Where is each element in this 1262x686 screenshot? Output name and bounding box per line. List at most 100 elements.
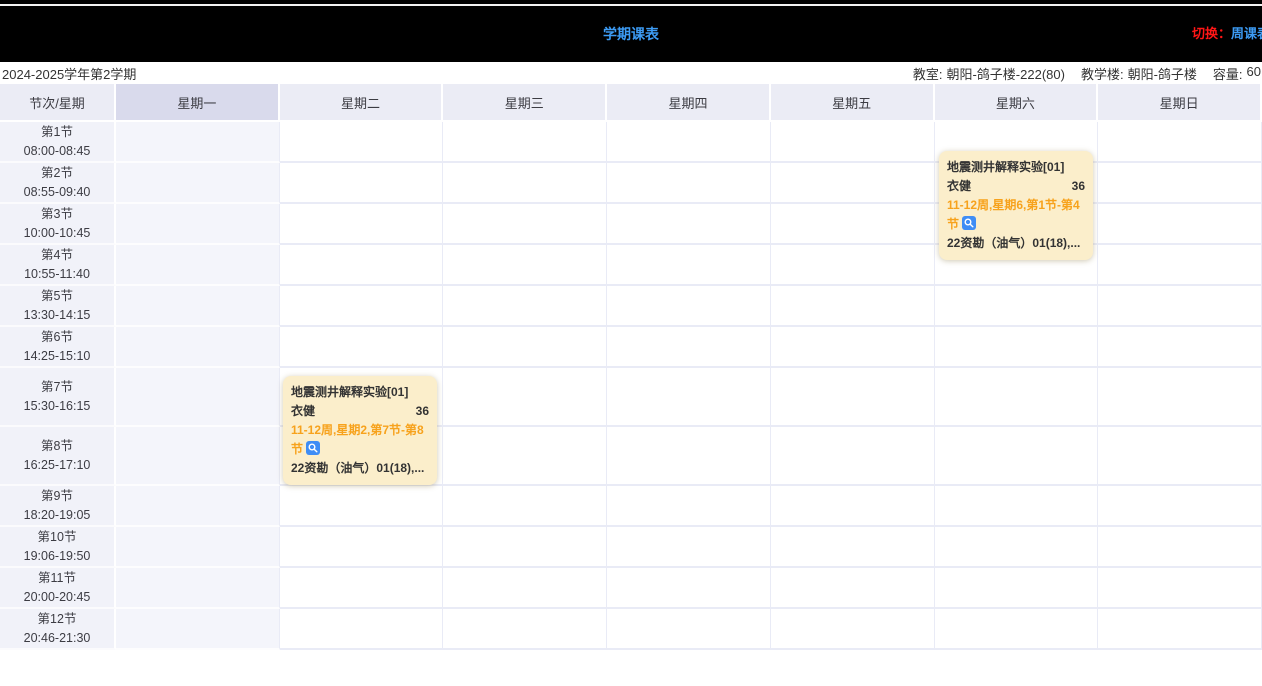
period-row: 第7节15:30-16:15 — [0, 368, 1262, 427]
timetable-cell — [443, 286, 607, 327]
timetable-cell — [280, 609, 444, 650]
day-header-monday: 星期一 — [116, 84, 280, 122]
timetable-cell — [443, 163, 607, 204]
timetable-cell — [280, 527, 444, 568]
period-time: 19:06-19:50 — [0, 547, 114, 566]
switch-view-link[interactable]: 周课表 — [1231, 26, 1262, 41]
timetable-cell — [1098, 163, 1262, 204]
period-cell: 第2节08:55-09:40 — [0, 163, 116, 204]
timetable-cell — [1098, 486, 1262, 527]
period-name: 第10节 — [0, 528, 114, 547]
period-time: 20:00-20:45 — [0, 588, 114, 607]
timetable-cell — [607, 286, 771, 327]
timetable-cell — [116, 368, 280, 427]
day-header-wednesday: 星期三 — [443, 84, 607, 122]
timetable-cell — [116, 163, 280, 204]
course-teacher: 衣健 — [291, 402, 315, 421]
day-header-saturday: 星期六 — [935, 84, 1099, 122]
course-student-count: 36 — [416, 402, 429, 421]
building-value: 朝阳-鸽子楼 — [1128, 64, 1197, 83]
timetable-cell — [607, 427, 771, 486]
course-card-tuesday[interactable]: 地震测井解释实验[01] 衣健 36 11-12周,星期2,第7节-第8节 22… — [283, 376, 437, 485]
timetable-cell — [116, 204, 280, 245]
timetable-cell — [443, 427, 607, 486]
timetable-cell — [443, 204, 607, 245]
period-time: 08:55-09:40 — [0, 183, 114, 202]
timetable-cell — [935, 486, 1099, 527]
timetable-cell — [607, 245, 771, 286]
timetable-cell — [935, 368, 1099, 427]
timetable-cell — [771, 286, 935, 327]
timetable-cell — [935, 427, 1099, 486]
timetable-cell — [443, 527, 607, 568]
timetable-cell — [607, 122, 771, 163]
period-time: 14:25-15:10 — [0, 347, 114, 366]
period-name: 第7节 — [0, 378, 114, 397]
period-cell: 第8节16:25-17:10 — [0, 427, 116, 486]
timetable-cell — [607, 204, 771, 245]
period-time: 10:55-11:40 — [0, 265, 114, 284]
timetable-cell — [1098, 245, 1262, 286]
building-label: 教学楼: — [1081, 64, 1124, 83]
day-header-tuesday: 星期二 — [280, 84, 444, 122]
timetable-cell — [443, 368, 607, 427]
timetable-cell — [771, 609, 935, 650]
timetable-cell — [771, 568, 935, 609]
timetable-cell — [280, 568, 444, 609]
period-name: 第11节 — [0, 569, 114, 588]
timetable-cell — [935, 568, 1099, 609]
timetable-cell — [607, 527, 771, 568]
timetable-cell — [280, 327, 444, 368]
timetable-cell — [771, 368, 935, 427]
course-classes: 22资勘（油气）01(18),... — [291, 459, 429, 478]
search-icon[interactable] — [962, 216, 976, 230]
timetable-cell — [443, 609, 607, 650]
period-cell: 第9节18:20-19:05 — [0, 486, 116, 527]
timetable-cell — [607, 486, 771, 527]
timetable-cell — [607, 609, 771, 650]
room-value: 朝阳-鸽子楼-222(80) — [946, 64, 1064, 83]
timetable-cell — [280, 163, 444, 204]
period-row: 第12节20:46-21:30 — [0, 609, 1262, 650]
timetable-cell — [443, 245, 607, 286]
course-title: 地震测井解释实验[01] — [947, 158, 1085, 177]
timetable-cell — [771, 163, 935, 204]
view-switch: 切换：周课表 — [1192, 6, 1262, 62]
timetable-cell — [116, 568, 280, 609]
period-time: 18:20-19:05 — [0, 506, 114, 525]
timetable-cell — [280, 204, 444, 245]
timetable-cell — [607, 568, 771, 609]
timetable-cell — [771, 204, 935, 245]
timetable-cell — [935, 327, 1099, 368]
period-name: 第3节 — [0, 205, 114, 224]
period-name: 第4节 — [0, 246, 114, 265]
timetable-cell — [935, 527, 1099, 568]
period-name: 第9节 — [0, 487, 114, 506]
course-teacher: 衣健 — [947, 177, 971, 196]
timetable-cell — [1098, 527, 1262, 568]
period-row: 第9节18:20-19:05 — [0, 486, 1262, 527]
timetable-cell — [1098, 609, 1262, 650]
capacity-label: 容量: — [1213, 64, 1243, 83]
room-item: 教室: 朝阳-鸽子楼-222(80) — [913, 64, 1065, 83]
timetable-cell — [280, 245, 444, 286]
timetable-cell — [935, 286, 1099, 327]
timetable-cell — [116, 609, 280, 650]
search-icon[interactable] — [306, 441, 320, 455]
day-header-friday: 星期五 — [771, 84, 935, 122]
period-time: 13:30-14:15 — [0, 306, 114, 325]
period-cell: 第11节20:00-20:45 — [0, 568, 116, 609]
period-row: 第11节20:00-20:45 — [0, 568, 1262, 609]
course-card-saturday[interactable]: 地震测井解释实验[01] 衣健 36 11-12周,星期6,第1节-第4节 22… — [939, 151, 1093, 260]
timetable-cell — [771, 122, 935, 163]
corner-header: 节次/星期 — [0, 84, 116, 122]
timetable-cell — [116, 486, 280, 527]
period-row: 第6节14:25-15:10 — [0, 327, 1262, 368]
timetable-cell — [1098, 568, 1262, 609]
period-row: 第10节19:06-19:50 — [0, 527, 1262, 568]
period-cell: 第7节15:30-16:15 — [0, 368, 116, 427]
period-cell: 第4节10:55-11:40 — [0, 245, 116, 286]
course-student-count: 36 — [1072, 177, 1085, 196]
timetable-cell — [116, 427, 280, 486]
timetable-cell — [771, 486, 935, 527]
